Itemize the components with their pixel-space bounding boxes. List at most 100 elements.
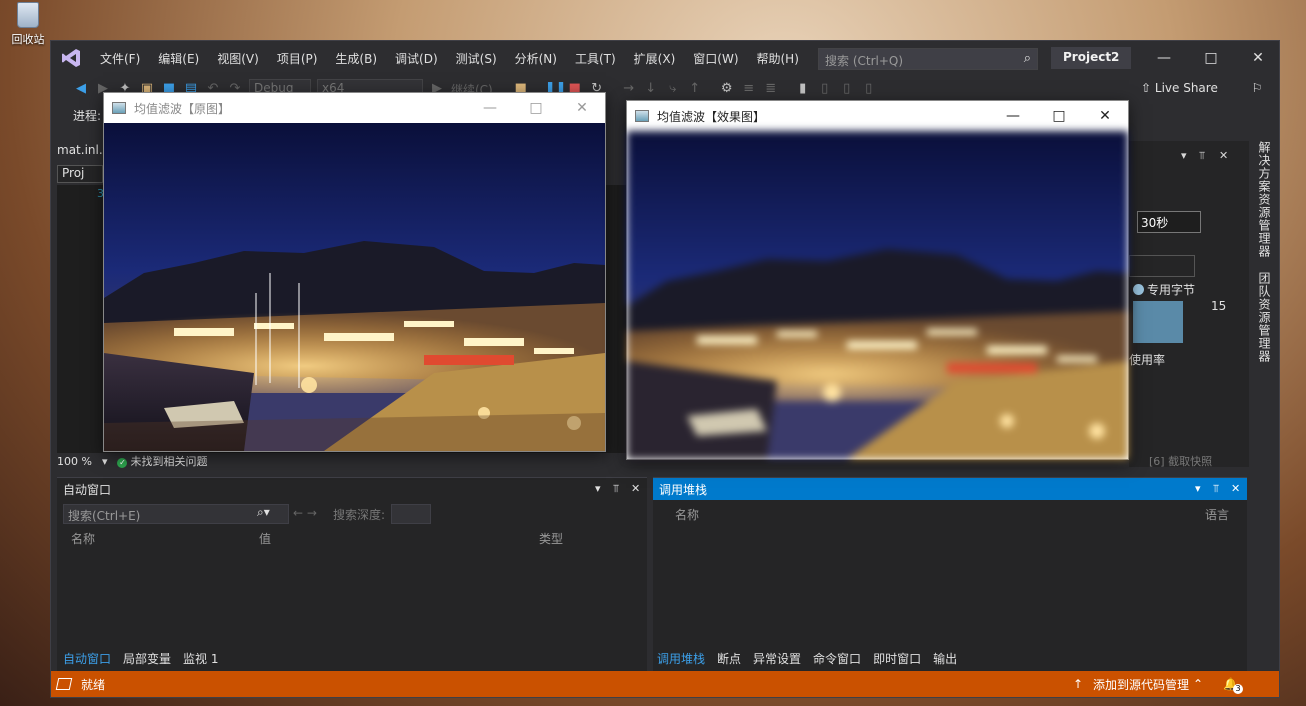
- live-share-button[interactable]: ⇧ Live Share ⚐: [1141, 81, 1262, 95]
- bookmark-icon[interactable]: ▮: [795, 81, 811, 97]
- menu-extensions[interactable]: 扩展(X): [625, 50, 685, 67]
- share-icon: ⇧: [1141, 81, 1152, 95]
- search-depth-label: 搜索深度:: [333, 508, 386, 522]
- memory-value: 15: [1211, 299, 1227, 313]
- menu-test[interactable]: 测试(S): [447, 50, 506, 67]
- document-tab[interactable]: mat.inl.: [57, 143, 103, 157]
- step-out-icon[interactable]: ↑: [687, 81, 703, 97]
- show-next-statement-icon[interactable]: →: [621, 81, 637, 97]
- close-button[interactable]: ✕: [559, 93, 605, 123]
- tab-output[interactable]: 输出: [933, 650, 957, 667]
- pin-icon[interactable]: ⫪: [613, 482, 619, 496]
- minimize-button[interactable]: —: [990, 101, 1036, 131]
- column-language[interactable]: 语言: [1205, 506, 1229, 523]
- prev-bookmark-icon[interactable]: ▯: [817, 81, 833, 97]
- back-arrow-icon[interactable]: ← →: [293, 506, 317, 520]
- tab-watch-1[interactable]: 监视 1: [183, 650, 218, 667]
- original-image-window: 均值滤波【原图】 — □ ✕: [103, 92, 606, 452]
- legend-dot-icon: [1133, 284, 1144, 295]
- project-scope-dropdown[interactable]: Proj: [57, 165, 103, 183]
- minimize-button[interactable]: —: [1141, 41, 1187, 75]
- autos-search-placeholder: 搜索(Ctrl+E): [68, 509, 141, 523]
- effect-window-titlebar: 均值滤波【效果图】 — □ ✕: [627, 101, 1128, 131]
- menu-debug[interactable]: 调试(D): [386, 50, 447, 67]
- menu-window[interactable]: 窗口(W): [684, 50, 747, 67]
- zoom-dropdown-icon[interactable]: ▾: [102, 455, 108, 468]
- maximize-button[interactable]: □: [1188, 41, 1234, 75]
- close-button[interactable]: ✕: [1082, 101, 1128, 131]
- tab-locals[interactable]: 局部变量: [123, 650, 171, 667]
- autos-tabs: 自动窗口 局部变量 监视 1: [63, 650, 218, 667]
- trash-icon: [17, 2, 39, 28]
- next-bookmark-icon[interactable]: ▯: [839, 81, 855, 97]
- tab-breakpoints[interactable]: 断点: [717, 650, 741, 667]
- time-interval[interactable]: 30秒: [1137, 211, 1201, 233]
- chevron-up-icon[interactable]: ⌃: [1193, 677, 1203, 691]
- dropdown-icon[interactable]: ▾: [1195, 482, 1201, 495]
- feedback-icon[interactable]: ⚐: [1252, 81, 1263, 95]
- menu-edit[interactable]: 编辑(E): [149, 50, 208, 67]
- column-type[interactable]: 类型: [539, 530, 563, 547]
- memory-bar: [1133, 301, 1183, 343]
- menu-view[interactable]: 视图(V): [208, 50, 268, 67]
- column-name[interactable]: 名称: [71, 530, 95, 547]
- tab-autos[interactable]: 自动窗口: [63, 650, 111, 667]
- hot-reload-icon[interactable]: ⚙: [719, 81, 735, 97]
- menu-tools[interactable]: 工具(T): [566, 50, 625, 67]
- maximize-button[interactable]: □: [513, 93, 559, 123]
- snapshot-button[interactable]: [6] 截取快照: [1149, 453, 1212, 469]
- clear-bookmarks-icon[interactable]: ▯: [861, 81, 877, 97]
- column-name[interactable]: 名称: [675, 506, 699, 523]
- menu-analyze[interactable]: 分析(N): [506, 50, 566, 67]
- menu-build[interactable]: 生成(B): [326, 50, 386, 67]
- back-icon[interactable]: ◀: [73, 81, 89, 97]
- column-value[interactable]: 值: [259, 530, 271, 547]
- add-to-source-control-button[interactable]: 添加到源代码管理: [1093, 676, 1189, 693]
- step-over-icon[interactable]: ⤷: [665, 81, 681, 97]
- project-name: Project2: [1051, 47, 1132, 69]
- dropdown-icon[interactable]: ▾: [1181, 149, 1187, 162]
- pin-icon[interactable]: ⫪: [1213, 482, 1219, 496]
- search-icon[interactable]: ⌕▾: [257, 505, 270, 520]
- process-label: 进程:: [73, 109, 102, 123]
- window-icon: [635, 110, 649, 122]
- zoom-level[interactable]: 100 %: [57, 455, 92, 468]
- recycle-bin-icon[interactable]: 回收站: [6, 2, 50, 47]
- tab-solution-explorer[interactable]: 解决方案资源管理器: [1256, 141, 1273, 258]
- blurred-photo: [627, 131, 1128, 459]
- close-panel-icon[interactable]: ✕: [1231, 482, 1240, 495]
- visual-studio-logo-icon: [51, 41, 91, 75]
- global-search-input[interactable]: 搜索 (Ctrl+Q) ⌕: [818, 48, 1038, 70]
- minimize-button[interactable]: —: [467, 93, 513, 123]
- search-placeholder: 搜索 (Ctrl+Q): [825, 54, 904, 68]
- pin-icon[interactable]: ⫪: [1199, 149, 1205, 163]
- tab-call-stack[interactable]: 调用堆栈: [657, 650, 705, 667]
- tab-immediate-window[interactable]: 即时窗口: [873, 650, 921, 667]
- dropdown-icon[interactable]: ▾: [595, 482, 601, 495]
- tab-team-explorer[interactable]: 团队资源管理器: [1256, 272, 1273, 363]
- status-bar: 就绪 ↑ 添加到源代码管理 ⌃ 🔔 3: [51, 671, 1279, 697]
- menu-bar: 文件(F) 编辑(E) 视图(V) 项目(P) 生成(B) 调试(D) 测试(S…: [91, 41, 808, 75]
- menu-file[interactable]: 文件(F): [91, 50, 149, 67]
- issues-label: 未找到相关问题: [130, 455, 208, 468]
- comment-icon[interactable]: ≡: [741, 81, 757, 97]
- menu-help[interactable]: 帮助(H): [748, 50, 808, 67]
- check-icon: ✓: [117, 458, 128, 468]
- notification-count: 3: [1233, 684, 1243, 694]
- close-button[interactable]: ✕: [1235, 41, 1281, 75]
- call-stack-title: 调用堆栈: [659, 482, 708, 497]
- maximize-button[interactable]: □: [1036, 101, 1082, 131]
- autos-search-input[interactable]: 搜索(Ctrl+E): [63, 504, 289, 524]
- step-into-icon[interactable]: ↓: [643, 81, 659, 97]
- close-panel-icon[interactable]: ✕: [631, 482, 640, 495]
- close-panel-icon[interactable]: ✕: [1219, 149, 1228, 162]
- title-bar: 文件(F) 编辑(E) 视图(V) 项目(P) 生成(B) 调试(D) 测试(S…: [51, 41, 1279, 75]
- tab-command-window[interactable]: 命令窗口: [813, 650, 861, 667]
- effect-image-window: 均值滤波【效果图】 — □ ✕: [626, 100, 1129, 460]
- search-depth-select[interactable]: [391, 504, 431, 524]
- issues-indicator[interactable]: ✓ 未找到相关问题: [117, 453, 207, 469]
- tab-exception-settings[interactable]: 异常设置: [753, 650, 801, 667]
- diagnostic-tools-panel: ▾ ⫪ ✕ 30秒 专用字节 15 使用率 [6] 截取快照: [1129, 141, 1249, 469]
- menu-project[interactable]: 项目(P): [268, 50, 327, 67]
- uncomment-icon[interactable]: ≣: [763, 81, 779, 97]
